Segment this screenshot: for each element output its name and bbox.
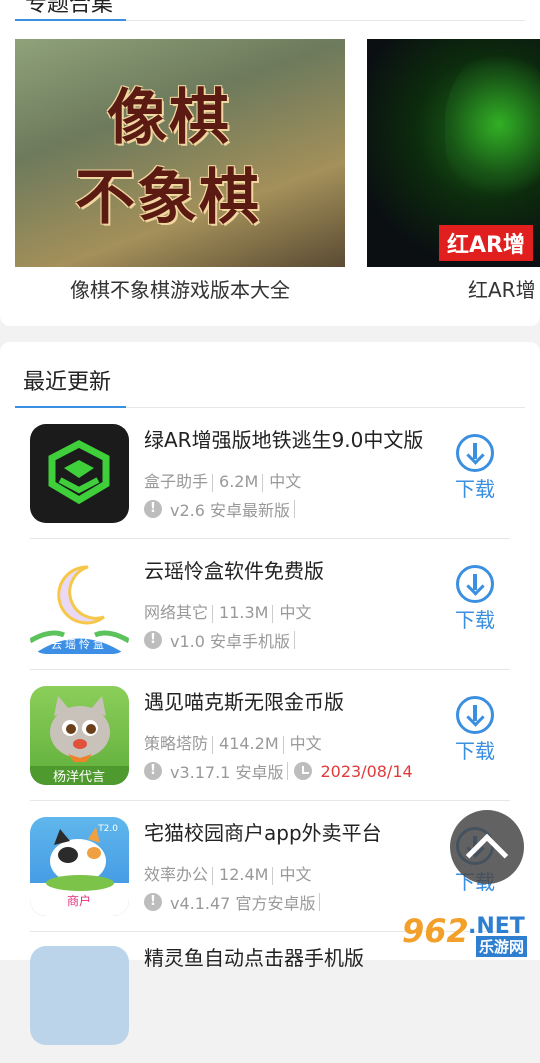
banner-caption-red-ar[interactable]: 红AR增 bbox=[468, 274, 536, 303]
app-category: 策略塔防 bbox=[144, 734, 209, 753]
info-icon: ! bbox=[144, 631, 162, 649]
banner-xiangqi[interactable]: 像棋 不象棋 bbox=[15, 39, 345, 267]
download-button[interactable]: 下载 bbox=[452, 434, 498, 502]
download-button[interactable]: 下载 bbox=[452, 696, 498, 764]
app-name[interactable]: 绿AR增强版地铁逃生9.0中文版 bbox=[144, 424, 423, 453]
download-label: 下载 bbox=[455, 608, 495, 632]
banner-red-ar[interactable]: 红AR增 bbox=[367, 39, 540, 267]
download-label: 下载 bbox=[455, 739, 495, 763]
app-language: 中文 bbox=[279, 603, 312, 622]
recent-header: 最近更新 bbox=[15, 342, 525, 408]
site-watermark: 962 .NET 乐游网 bbox=[402, 912, 538, 958]
featured-collections: 专题合集 像棋 不象棋 红AR增 像棋不象棋游戏版本大全 红AR增 bbox=[0, 0, 540, 326]
watermark-site: 乐游网 bbox=[476, 936, 528, 957]
watermark-brand: 962 bbox=[402, 912, 469, 950]
app-version: v1.0 安卓手机版 bbox=[170, 632, 291, 651]
app-size: 414.2M bbox=[219, 734, 279, 753]
clock-icon bbox=[294, 762, 313, 780]
app-icon-yunyao[interactable]: 云瑶怜盒 bbox=[30, 555, 129, 654]
app-version: v2.6 安卓最新版 bbox=[170, 501, 291, 520]
featured-title-underline bbox=[15, 19, 126, 21]
app-meta: 网络其它 11.3M 中文 bbox=[144, 599, 311, 623]
recent-title: 最近更新 bbox=[23, 370, 112, 395]
download-icon bbox=[456, 565, 494, 603]
app-meta: 策略塔防 414.2M 中文 bbox=[144, 730, 322, 754]
app-meta: 效率办公 12.4M 中文 bbox=[144, 861, 311, 885]
app-icon-zhaimao[interactable]: T2.0 商户 bbox=[30, 817, 129, 916]
app-date: 2023/08/14 bbox=[320, 761, 413, 781]
app-icon-fish[interactable] bbox=[30, 946, 129, 1045]
download-icon bbox=[456, 696, 494, 734]
download-icon bbox=[456, 434, 494, 472]
app-version: v4.1.47 官方安卓版 bbox=[170, 894, 316, 913]
app-meta: 盒子助手 6.2M 中文 bbox=[144, 468, 301, 492]
app-size: 12.4M bbox=[219, 865, 269, 884]
banner-text-line2: 不象棋 bbox=[75, 163, 261, 233]
app-language: 中文 bbox=[279, 865, 312, 884]
back-to-top-button[interactable] bbox=[450, 810, 524, 884]
download-label: 下载 bbox=[455, 477, 495, 501]
app-name[interactable]: 云瑶怜盒软件免费版 bbox=[144, 555, 324, 584]
icon-text: 云瑶怜盒 bbox=[51, 637, 107, 651]
app-name[interactable]: 宅猫校园商户app外卖平台 bbox=[144, 817, 382, 846]
info-icon: ! bbox=[144, 500, 162, 518]
app-size: 6.2M bbox=[219, 472, 259, 491]
icon-text: 杨洋代言 bbox=[53, 770, 105, 785]
app-version-row: ! v4.1.47 官方安卓版 bbox=[144, 890, 326, 914]
app-name[interactable]: 精灵鱼自动点击器手机版 bbox=[144, 942, 364, 971]
app-category: 效率办公 bbox=[144, 865, 209, 884]
banner-monster-art bbox=[445, 49, 540, 199]
app-language: 中文 bbox=[289, 734, 322, 753]
app-version: v3.17.1 安卓版 bbox=[170, 763, 284, 782]
icon-text: 商户 bbox=[67, 893, 91, 908]
app-name[interactable]: 遇见喵克斯无限金币版 bbox=[144, 686, 344, 715]
app-size: 11.3M bbox=[219, 603, 269, 622]
info-icon: ! bbox=[144, 893, 162, 911]
app-icon-cat-game[interactable]: 杨洋代言 bbox=[30, 686, 129, 785]
list-item[interactable]: 绿AR增强版地铁逃生9.0中文版 盒子助手 6.2M 中文 ! v2.6 安卓最新版… bbox=[30, 408, 510, 539]
info-icon: ! bbox=[144, 762, 162, 780]
list-item[interactable]: 云瑶怜盒 云瑶怜盒软件免费版 网络其它 11.3M 中文 ! v1.0 安卓手机版 … bbox=[30, 539, 510, 670]
featured-header: 专题合集 bbox=[15, 0, 525, 21]
banner-tag: 红AR增 bbox=[439, 225, 533, 261]
banner-text-line1: 像棋 bbox=[107, 83, 231, 153]
app-language: 中文 bbox=[269, 472, 302, 491]
chevron-up-icon bbox=[465, 833, 509, 877]
app-category: 盒子助手 bbox=[144, 472, 209, 491]
icon-badge: T2.0 bbox=[97, 824, 118, 834]
download-button[interactable]: 下载 bbox=[452, 565, 498, 633]
app-icon-green-ar[interactable] bbox=[30, 424, 129, 523]
app-category: 网络其它 bbox=[144, 603, 209, 622]
list-item[interactable]: 杨洋代言 遇见喵克斯无限金币版 策略塔防 414.2M 中文 ! v3.17.1 安… bbox=[30, 670, 510, 801]
banner-caption-xiangqi[interactable]: 像棋不象棋游戏版本大全 bbox=[15, 274, 345, 303]
featured-title: 专题合集 bbox=[25, 0, 114, 17]
app-version-row: ! v2.6 安卓最新版 bbox=[144, 497, 301, 521]
app-version-row: ! v1.0 安卓手机版 bbox=[144, 628, 301, 652]
app-version-row: ! v3.17.1 安卓版 2023/08/14 bbox=[144, 759, 413, 783]
